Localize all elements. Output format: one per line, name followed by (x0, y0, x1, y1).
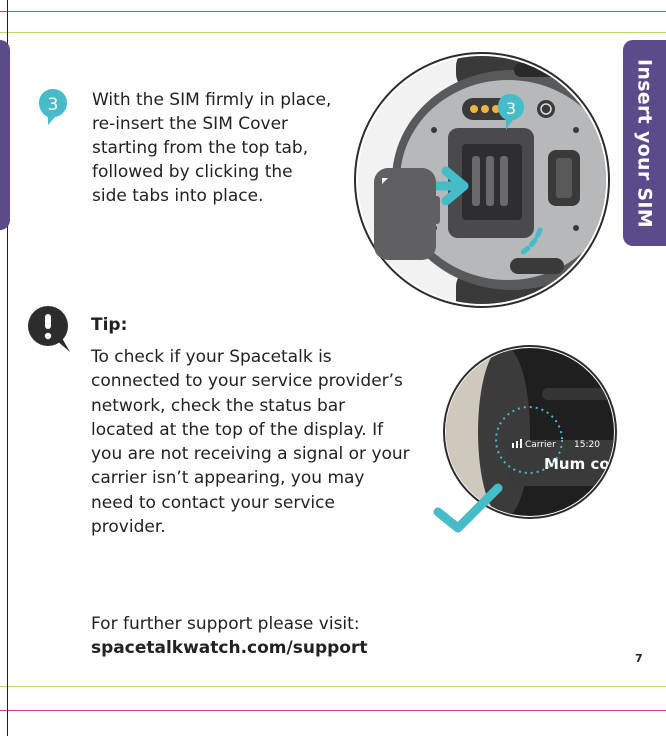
top-trim-line (0, 11, 666, 12)
side-tab-insert-sim: Insert your SIM (623, 40, 666, 246)
watch-back-illustration: 3 (338, 50, 618, 310)
manual-page: { "side_tab": { "label": "Insert your SI… (0, 0, 666, 736)
bottom-trim-line (0, 710, 666, 711)
top-guide-line (0, 32, 666, 33)
carrier-label: Carrier (525, 440, 556, 450)
clock-time: 15:20 (574, 440, 600, 450)
page-number: 7 (635, 652, 643, 665)
tip-alert-icon (26, 302, 74, 358)
tip-title: Tip: (91, 315, 128, 335)
support-block: For further support please visit: spacet… (91, 612, 411, 660)
image-step-badge: 3 (506, 99, 516, 118)
step-number: 3 (48, 95, 59, 115)
side-tab-label: Insert your SIM (633, 58, 656, 228)
tip-body: To check if your Spacetalk is connected … (91, 347, 410, 538)
bottom-guide-line (0, 686, 666, 687)
support-url: spacetalkwatch.com/support (91, 638, 368, 658)
watch-display-illustration: Carrier 15:20 Mum co (428, 344, 618, 534)
contact-name: Mum co (544, 455, 610, 473)
step-number-badge: 3 (38, 88, 68, 126)
step-instruction: With the SIM firmly in place, re-insert … (92, 90, 332, 206)
left-side-tab (0, 40, 10, 230)
support-text: For further support please visit: (91, 614, 360, 634)
